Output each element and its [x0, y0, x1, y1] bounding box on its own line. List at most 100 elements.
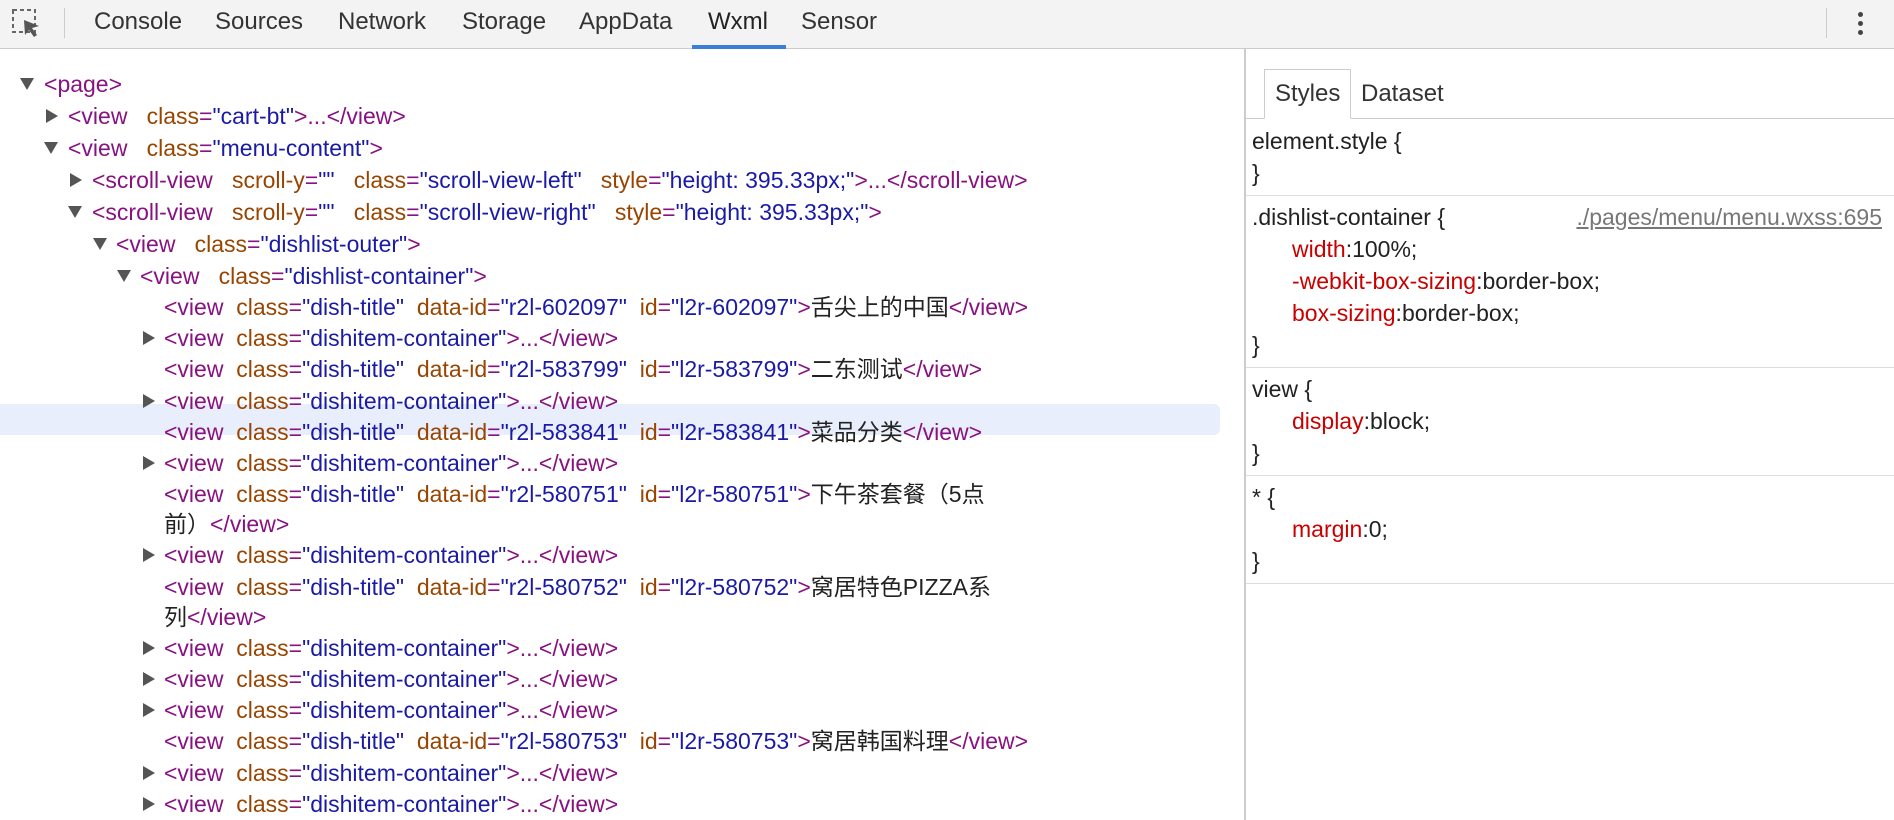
dish-title-text: 窝居韩国料理: [810, 728, 949, 755]
equals-sign: =: [288, 542, 303, 569]
tab-appdata[interactable]: AppData: [579, 0, 672, 49]
css-rule: .dishlist-container {./pages/menu/menu.w…: [1246, 195, 1894, 368]
more-options-icon[interactable]: [1857, 8, 1865, 40]
css-declaration[interactable]: width:100%;: [1292, 233, 1417, 265]
equals-sign: =: [487, 356, 501, 383]
tree-node-dish-title[interactable]: <view class="dish-title" data-id="r2l-58…: [164, 726, 1028, 757]
tree-node-dish-title-wrap[interactable]: 前）</view>: [164, 509, 289, 540]
tree-node-dishlist-container[interactable]: <view class="dishlist-container">: [140, 261, 487, 292]
equals-sign: =: [487, 418, 501, 445]
tab-wxml[interactable]: Wxml: [708, 0, 768, 49]
equals-sign: =: [487, 294, 501, 320]
node-end-tag: </view>: [948, 728, 1029, 755]
tab-dataset[interactable]: Dataset: [1350, 69, 1455, 119]
tree-node-dish-title[interactable]: <view class="dish-title" data-id="r2l-60…: [164, 292, 1028, 323]
expand-arrow-icon[interactable]: [117, 270, 131, 282]
tree-node-scroll-view-left[interactable]: <scroll-view scroll-y="" class="scroll-v…: [92, 165, 1028, 196]
attr-name: class: [236, 542, 289, 569]
tree-node-dishlist-outer[interactable]: <view class="dishlist-outer">: [116, 229, 421, 260]
collapse-arrow-icon[interactable]: [143, 672, 155, 686]
collapse-arrow-icon[interactable]: [143, 548, 155, 563]
tree-node-dish-title[interactable]: <view class="dish-title" data-id="r2l-58…: [164, 572, 991, 603]
attr-name: class: [236, 294, 289, 320]
tree-node-dishitem-container[interactable]: <view class="dishitem-container">...</vi…: [164, 323, 618, 354]
dish-title-text: 舌尖上的中国: [810, 294, 949, 320]
css-declaration[interactable]: box-sizing:border-box;: [1292, 297, 1520, 329]
css-rule: element.style {}: [1246, 119, 1894, 196]
tree-node-dishitem-container[interactable]: <view class="dishitem-container">...</vi…: [164, 789, 618, 820]
attr-name: id: [639, 728, 658, 755]
expand-arrow-icon[interactable]: [68, 206, 82, 218]
node-close: >: [797, 573, 811, 600]
attr-value: "r2l-583841": [500, 418, 627, 445]
collapse-arrow-icon[interactable]: [70, 173, 82, 187]
inspect-element-icon[interactable]: [10, 7, 44, 41]
node-tag: <view: [164, 634, 224, 661]
equals-sign: =: [288, 418, 303, 445]
tree-node-dishitem-container[interactable]: <view class="dishitem-container">...</vi…: [164, 540, 618, 571]
tree-node-dishitem-container[interactable]: <view class="dishitem-container">...</vi…: [164, 633, 618, 664]
collapse-arrow-icon[interactable]: [46, 109, 58, 123]
node-end-tag: </view>: [187, 603, 267, 630]
css-value: border-box;: [1401, 300, 1520, 326]
collapse-arrow-icon[interactable]: [143, 393, 155, 408]
tab-sensor[interactable]: Sensor: [801, 0, 877, 49]
node-tag: <view: [164, 728, 224, 755]
node-tag: <view: [164, 450, 224, 476]
attr-name: data-id: [416, 356, 488, 383]
attr-name: scroll-y: [231, 167, 305, 193]
expand-arrow-icon[interactable]: [93, 238, 107, 250]
tree-node-page[interactable]: <page>: [44, 69, 122, 100]
tab-network[interactable]: Network: [338, 0, 426, 49]
attr-value: "dish-title": [302, 418, 405, 445]
collapse-arrow-icon[interactable]: [143, 640, 155, 655]
css-source-link[interactable]: ./pages/menu/menu.wxss:695: [1576, 201, 1882, 233]
equals-sign: =: [288, 481, 303, 508]
collapse-arrow-icon[interactable]: [143, 765, 155, 780]
css-rule: * {margin:0;}: [1246, 475, 1894, 584]
tab-sources[interactable]: Sources: [215, 0, 303, 49]
tree-node-dish-title[interactable]: <view class="dish-title" data-id="r2l-58…: [164, 479, 985, 510]
attr-value: "dishlist-container": [284, 263, 474, 289]
node-close: >: [868, 199, 882, 225]
attr-value: "dishitem-container": [302, 759, 507, 786]
attr-name: data-id: [416, 294, 488, 320]
tree-node-dishitem-container[interactable]: <view class="dishitem-container">...</vi…: [164, 758, 618, 789]
tree-node-dish-title[interactable]: <view class="dish-title" data-id="r2l-58…: [164, 354, 982, 385]
equals-sign: =: [288, 356, 303, 383]
css-selector-text: view {: [1252, 376, 1313, 402]
tree-node-dishitem-container[interactable]: <view class="dishitem-container">...</vi…: [164, 695, 618, 726]
node-tag: <view: [164, 666, 224, 692]
node-tag: <view: [164, 697, 224, 724]
css-declaration[interactable]: -webkit-box-sizing:border-box;: [1292, 265, 1600, 297]
attr-value: "dishitem-container": [302, 697, 507, 724]
tree-node-dish-title[interactable]: <view class="dish-title" data-id="r2l-58…: [164, 417, 982, 448]
collapse-arrow-icon[interactable]: [143, 456, 155, 470]
expand-arrow-icon[interactable]: [20, 78, 34, 90]
css-declaration[interactable]: display:block;: [1292, 405, 1430, 437]
tree-node-dishitem-container[interactable]: <view class="dishitem-container">...</vi…: [164, 448, 618, 479]
tree-node-dishitem-container[interactable]: <view class="dishitem-container">...</vi…: [164, 664, 618, 695]
css-property: width: [1292, 236, 1346, 262]
tab-styles[interactable]: Styles: [1264, 69, 1352, 119]
collapse-arrow-icon[interactable]: [143, 331, 155, 346]
tree-node-dishitem-container[interactable]: <view class="dishitem-container">...</vi…: [164, 386, 618, 417]
tree-node-cart-bt[interactable]: <view class="cart-bt">...</view>: [68, 101, 406, 132]
attr-value: "": [318, 199, 335, 225]
css-rule-close: }: [1252, 548, 1260, 574]
equals-sign: =: [288, 697, 303, 724]
css-selector-text: element.style {: [1252, 128, 1402, 154]
tree-node-scroll-view-right[interactable]: <scroll-view scroll-y="" class="scroll-v…: [92, 197, 882, 228]
tab-storage[interactable]: Storage: [462, 0, 546, 49]
expand-arrow-icon[interactable]: [44, 142, 58, 154]
tree-node-dish-title-wrap[interactable]: 列</view>: [164, 602, 266, 633]
css-rule: view {display:block;}: [1246, 367, 1894, 476]
attr-value: "l2r-583799": [671, 356, 798, 383]
collapse-arrow-icon[interactable]: [143, 796, 155, 811]
tree-node-menu-content[interactable]: <view class="menu-content">: [68, 133, 383, 164]
css-declaration[interactable]: margin:0;: [1292, 513, 1388, 545]
tab-console[interactable]: Console: [94, 0, 182, 49]
attr-name: scroll-y: [231, 199, 305, 225]
collapse-arrow-icon[interactable]: [143, 703, 155, 718]
attr-value: "dish-title": [302, 481, 405, 508]
